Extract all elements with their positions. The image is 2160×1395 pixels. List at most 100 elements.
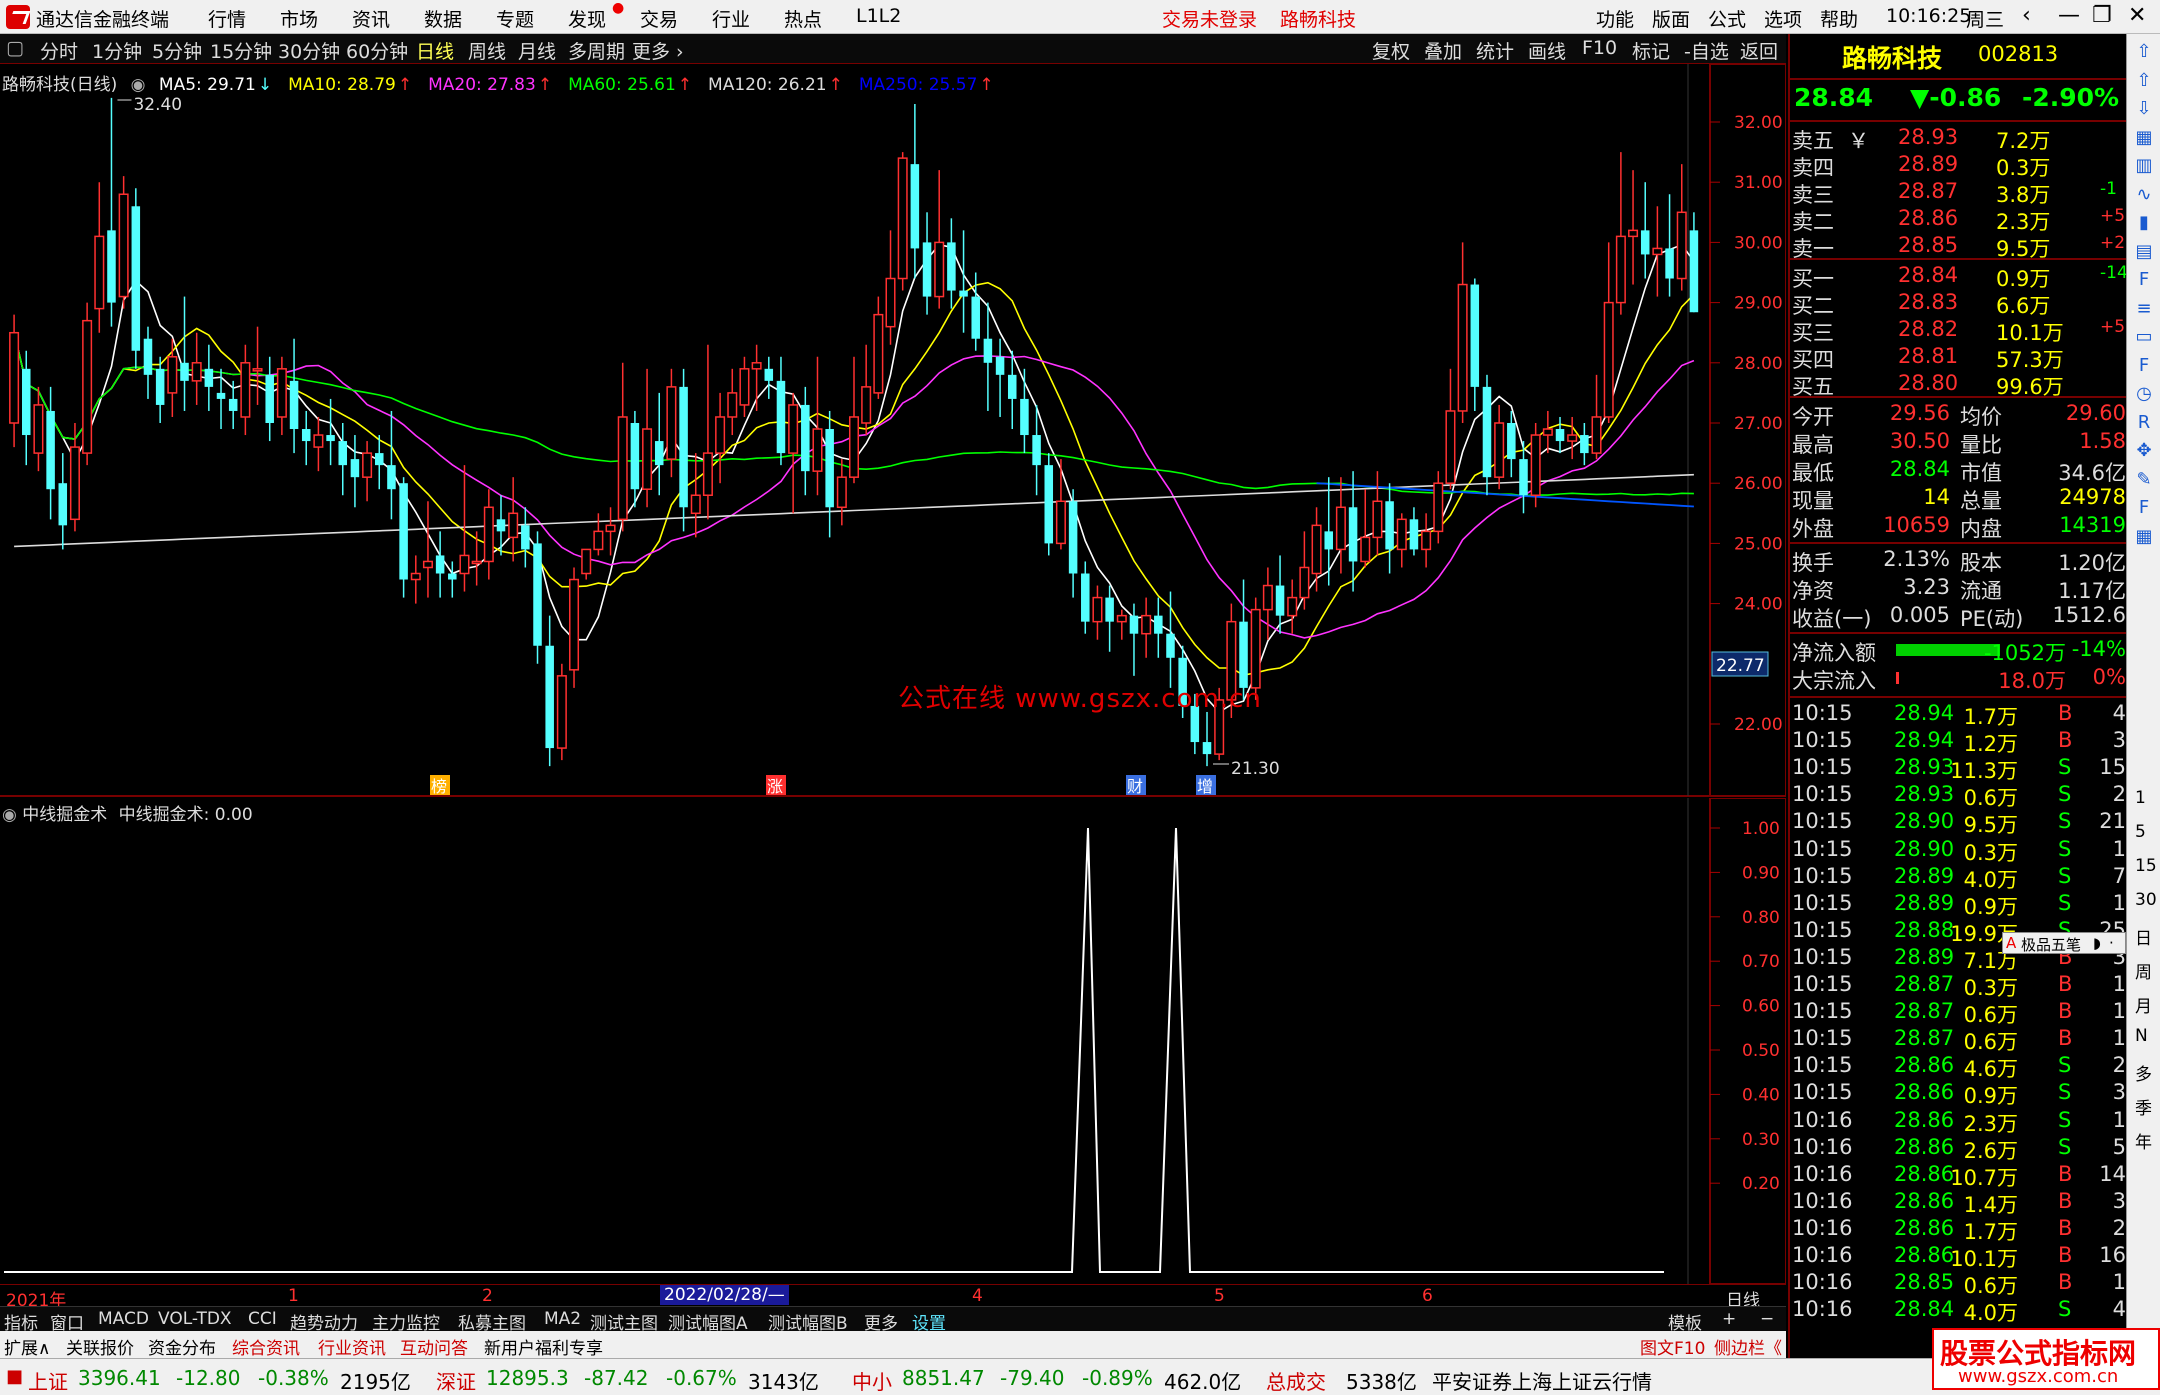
- remove-window-button[interactable]: −: [1760, 1309, 1774, 1329]
- candle-icon[interactable]: ▮: [2132, 211, 2156, 235]
- overlay-button[interactable]: 叠加: [1424, 37, 1462, 64]
- menu-discover[interactable]: 发现: [568, 5, 606, 32]
- indicator-chart[interactable]: 1.00 0.90 0.80 0.70 0.60 0.50 0.40 0.30 0.20: [0, 798, 1786, 1284]
- side-period-0[interactable]: 1: [2135, 788, 2146, 808]
- ext-tab[interactable]: 关联报价: [66, 1334, 134, 1359]
- side-period-4[interactable]: 日: [2135, 924, 2152, 949]
- period-15min[interactable]: 15分钟: [210, 37, 272, 64]
- candle-body: [1154, 615, 1163, 634]
- minimize-icon[interactable]: —: [2058, 3, 2080, 28]
- menu-options[interactable]: 选项: [1764, 5, 1802, 32]
- pencil-icon[interactable]: ✎: [2132, 468, 2156, 492]
- restore-rights-button[interactable]: 复权: [1372, 37, 1410, 64]
- side-period-7[interactable]: N: [2135, 1026, 2148, 1046]
- chart-menu-icon[interactable]: ▢: [6, 37, 24, 59]
- menu-topic[interactable]: 专题: [496, 5, 534, 32]
- clock-icon[interactable]: ◷: [2132, 382, 2156, 406]
- indicator-tab[interactable]: VOL-TDX: [158, 1309, 232, 1329]
- ext-right-button[interactable]: 侧边栏《: [1714, 1334, 1782, 1359]
- indicator-tab[interactable]: MACD: [98, 1309, 149, 1329]
- period-daily[interactable]: 日线: [416, 37, 454, 64]
- menu-hot[interactable]: 热点: [784, 5, 822, 32]
- side-period-6[interactable]: 月: [2135, 992, 2152, 1017]
- grid-icon[interactable]: ▦: [2132, 126, 2156, 150]
- side-period-10[interactable]: 年: [2135, 1128, 2152, 1153]
- menu-quote[interactable]: 行情: [208, 5, 246, 32]
- kline-chart[interactable]: 32.00 31.00 30.00 29.00 28.00 27.00 26.00 25.00…: [0, 64, 1786, 798]
- menu-trade[interactable]: 交易: [640, 5, 678, 32]
- f10-button[interactable]: F10: [1582, 37, 1617, 59]
- menu-data[interactable]: 数据: [424, 5, 462, 32]
- index-name[interactable]: 深证: [436, 1366, 476, 1395]
- ime-popup[interactable]: A 极品五笔 ◗ ·: [2002, 932, 2126, 954]
- period-1min[interactable]: 1分钟: [92, 37, 142, 64]
- index-name[interactable]: 上证: [28, 1366, 68, 1395]
- trade-login-status[interactable]: 交易未登录: [1162, 5, 1257, 32]
- down-arrow-icon[interactable]: ⇩: [2132, 97, 2156, 121]
- doc-icon[interactable]: ▭: [2132, 325, 2156, 349]
- menu-market[interactable]: 市场: [280, 5, 318, 32]
- tick-count: 5: [2112, 1134, 2126, 1159]
- period-intraday[interactable]: 分时: [40, 37, 78, 64]
- period-30min[interactable]: 30分钟: [278, 37, 340, 64]
- indicator-tab[interactable]: MA2: [544, 1309, 581, 1329]
- period-monthly[interactable]: 月线: [518, 37, 556, 64]
- period-5min[interactable]: 5分钟: [152, 37, 202, 64]
- statistics-button[interactable]: 统计: [1476, 37, 1514, 64]
- period-weekly[interactable]: 周线: [468, 37, 506, 64]
- move-icon[interactable]: ✥: [2132, 439, 2156, 463]
- ext-tab[interactable]: 行业资讯: [318, 1334, 386, 1359]
- list-icon[interactable]: ≡: [2132, 297, 2156, 321]
- back-button[interactable]: 返回: [1740, 37, 1778, 64]
- stock-link[interactable]: 路畅科技: [1280, 5, 1356, 32]
- f2-icon[interactable]: F: [2132, 354, 2156, 378]
- stock-name[interactable]: 路畅科技: [1842, 39, 1942, 75]
- f5-icon[interactable]: F: [2132, 496, 2156, 520]
- menu-industry[interactable]: 行业: [712, 5, 750, 32]
- menu-function[interactable]: 功能: [1596, 5, 1634, 32]
- line-chart-icon[interactable]: ∿: [2132, 183, 2156, 207]
- legend-toggle-icon[interactable]: ◉: [131, 75, 146, 95]
- f10-icon[interactable]: F: [2132, 268, 2156, 292]
- menu-formula[interactable]: 公式: [1708, 5, 1746, 32]
- up-arrow-icon[interactable]: ⇧: [2132, 40, 2156, 64]
- ext-tab[interactable]: 资金分布: [148, 1334, 216, 1359]
- indicator-tab[interactable]: CCI: [248, 1309, 277, 1329]
- side-period-9[interactable]: 季: [2135, 1094, 2152, 1119]
- table-icon[interactable]: ▤: [2132, 240, 2156, 264]
- back-icon[interactable]: ‹: [2022, 3, 2031, 28]
- indicator-toggle-icon[interactable]: ◉: [2, 805, 17, 825]
- side-period-8[interactable]: 多: [2135, 1060, 2152, 1085]
- ime-dot-icon[interactable]: ·: [2109, 934, 2114, 952]
- menu-layout[interactable]: 版面: [1652, 5, 1690, 32]
- side-period-1[interactable]: 5: [2135, 822, 2146, 842]
- side-period-5[interactable]: 周: [2135, 958, 2152, 983]
- index-amount: 462.0亿: [1164, 1370, 1242, 1394]
- draw-line-button[interactable]: 画线: [1528, 37, 1566, 64]
- side-period-2[interactable]: 15: [2135, 856, 2157, 876]
- ime-moon-icon[interactable]: ◗: [2093, 934, 2101, 952]
- period-multi[interactable]: 多周期: [568, 37, 625, 64]
- ext-tab[interactable]: 综合资讯: [232, 1334, 300, 1359]
- up-arrow-icon[interactable]: ⇧: [2132, 69, 2156, 93]
- menu-l1l2[interactable]: L1L2: [856, 5, 901, 27]
- restore-icon[interactable]: ❐: [2092, 3, 2112, 28]
- period-more[interactable]: 更多 ›: [632, 37, 684, 64]
- menu-help[interactable]: 帮助: [1820, 5, 1858, 32]
- side-period-3[interactable]: 30: [2135, 890, 2157, 910]
- event-marker-label: 榜: [431, 777, 447, 796]
- chart-icon[interactable]: ▦: [2132, 525, 2156, 549]
- add-window-button[interactable]: +: [1722, 1309, 1736, 1329]
- ext-tab[interactable]: 新用户福利专享: [484, 1334, 603, 1359]
- close-icon[interactable]: ✕: [2128, 3, 2146, 28]
- bar-chart-icon[interactable]: ▥: [2132, 154, 2156, 178]
- ext-tab[interactable]: 扩展∧: [4, 1334, 50, 1359]
- remove-watchlist-button[interactable]: -自选: [1684, 37, 1729, 64]
- ext-right-button[interactable]: 图文F10: [1640, 1334, 1705, 1359]
- rsi-icon[interactable]: R: [2132, 411, 2156, 435]
- menu-news[interactable]: 资讯: [352, 5, 390, 32]
- index-name[interactable]: 中小: [852, 1366, 892, 1395]
- period-60min[interactable]: 60分钟: [346, 37, 408, 64]
- ext-tab[interactable]: 互动问答: [400, 1334, 468, 1359]
- mark-button[interactable]: 标记: [1632, 37, 1670, 64]
